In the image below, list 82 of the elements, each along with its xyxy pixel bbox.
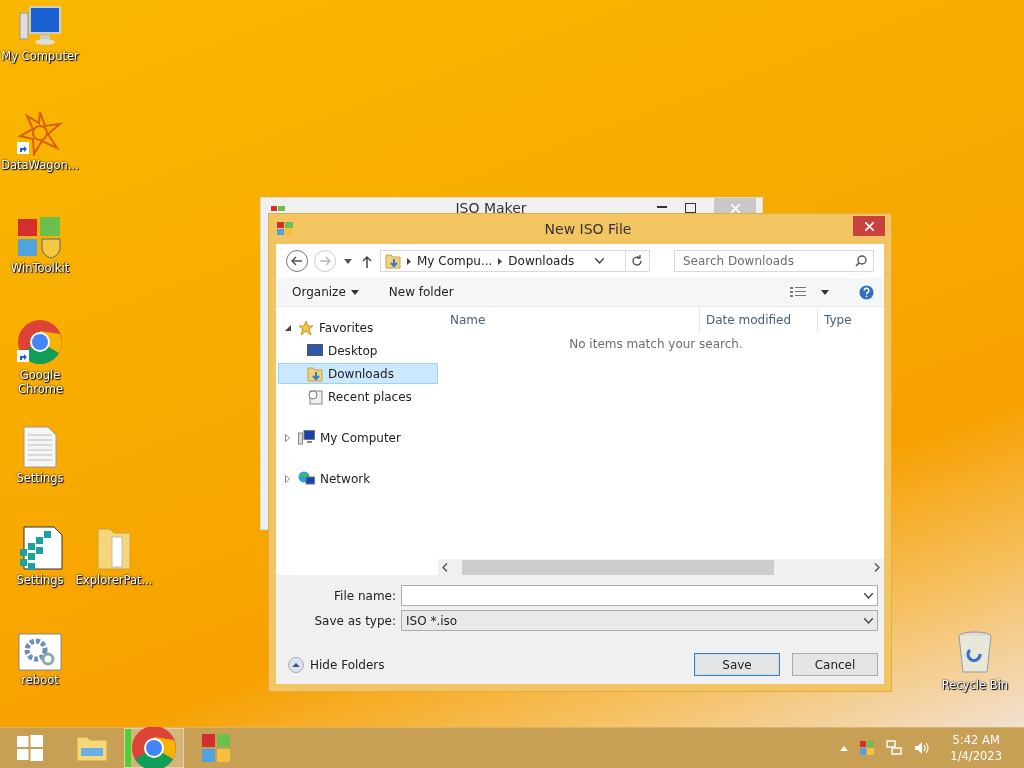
app-icon bbox=[277, 222, 293, 236]
breadcrumb[interactable]: Downloads bbox=[508, 254, 575, 268]
organize-button[interactable]: Organize bbox=[292, 285, 359, 299]
folder-icon bbox=[76, 734, 108, 762]
collapsed-triangle-icon[interactable] bbox=[285, 474, 290, 483]
recent-locations-button[interactable] bbox=[342, 258, 354, 264]
nav-item[interactable]: Downloads bbox=[278, 363, 438, 384]
chevron-down-icon[interactable] bbox=[864, 592, 873, 599]
file-name-field[interactable] bbox=[401, 585, 878, 606]
windows-shield-icon bbox=[16, 215, 64, 259]
chrome-icon bbox=[130, 724, 178, 768]
field-label: File name: bbox=[333, 588, 396, 603]
forward-arrow-icon bbox=[319, 256, 331, 266]
search-icon bbox=[855, 255, 867, 267]
dialog-button[interactable]: Save bbox=[694, 653, 780, 676]
caret-icon bbox=[821, 289, 829, 295]
expanded-triangle-icon[interactable] bbox=[285, 324, 291, 331]
show-hidden-icons-icon[interactable] bbox=[840, 745, 849, 751]
windows-tiles-icon bbox=[200, 732, 232, 764]
recent-places-icon bbox=[307, 388, 323, 405]
search-field[interactable]: Search Downloads bbox=[674, 250, 874, 272]
monitor-icon bbox=[307, 344, 323, 357]
network-icon bbox=[298, 471, 315, 486]
minimize-icon[interactable] bbox=[657, 206, 667, 210]
view-options-button[interactable] bbox=[790, 286, 829, 298]
chevron-down-icon[interactable] bbox=[595, 258, 605, 264]
scrollbar-thumb[interactable] bbox=[462, 559, 774, 575]
column-header[interactable]: Type bbox=[818, 307, 878, 333]
nav-item[interactable]: Network bbox=[278, 468, 438, 489]
nav-item[interactable]: Favorites bbox=[278, 317, 438, 338]
hide-folders-button[interactable]: Hide Folders bbox=[288, 656, 385, 673]
chevron-down-icon bbox=[864, 617, 873, 624]
caret-icon bbox=[344, 258, 352, 264]
window-title: ISO Maker bbox=[454, 200, 528, 216]
details-view-icon bbox=[790, 286, 806, 298]
recycle-bin-icon bbox=[956, 630, 994, 676]
gears-icon bbox=[18, 633, 62, 671]
up-arrow-icon bbox=[362, 254, 372, 268]
address-bar[interactable]: My Compu... Downloads bbox=[380, 250, 650, 272]
nav-item[interactable]: Desktop bbox=[278, 340, 438, 361]
download-folder-icon bbox=[307, 365, 323, 382]
breadcrumb[interactable]: My Compu... bbox=[417, 254, 493, 268]
close-button[interactable] bbox=[853, 216, 885, 236]
dialog-title: New ISO File bbox=[543, 221, 633, 237]
star-icon bbox=[298, 319, 314, 336]
scroll-left-icon[interactable] bbox=[442, 562, 448, 572]
field-label: Save as type: bbox=[313, 613, 396, 628]
close-icon bbox=[864, 221, 874, 231]
windows-tiles-icon[interactable] bbox=[860, 741, 875, 755]
download-folder-icon bbox=[385, 253, 401, 269]
back-button[interactable] bbox=[286, 250, 308, 272]
collapsed-triangle-icon[interactable] bbox=[285, 433, 290, 442]
folder-icon bbox=[94, 525, 134, 571]
star-burst-icon bbox=[17, 110, 63, 156]
breadcrumb-separator-icon[interactable] bbox=[407, 257, 411, 265]
volume-icon[interactable] bbox=[914, 741, 931, 755]
nav-item[interactable]: My Computer bbox=[278, 427, 438, 448]
up-button[interactable] bbox=[360, 254, 374, 268]
app-icon bbox=[271, 205, 285, 211]
refresh-icon bbox=[631, 255, 644, 267]
breadcrumb-separator-icon[interactable] bbox=[498, 257, 503, 265]
help-icon[interactable] bbox=[859, 284, 874, 300]
file-type-dropdown[interactable]: ISO *.iso bbox=[401, 610, 878, 631]
nav-item[interactable]: Recent places bbox=[278, 386, 438, 407]
scroll-right-icon[interactable] bbox=[874, 562, 880, 572]
caret-icon bbox=[350, 289, 359, 295]
windows-logo-icon bbox=[17, 735, 43, 761]
back-arrow-icon bbox=[291, 256, 303, 266]
horizontal-scrollbar[interactable] bbox=[438, 559, 884, 575]
close-icon bbox=[730, 203, 740, 213]
document-icon bbox=[22, 425, 58, 469]
empty-message: No items match your search. bbox=[569, 337, 743, 351]
dialog-button[interactable]: Cancel bbox=[792, 653, 878, 676]
column-header[interactable]: Name bbox=[438, 307, 700, 333]
computer-icon bbox=[298, 430, 315, 445]
new-folder-button[interactable]: New folder bbox=[388, 285, 454, 299]
computer-icon bbox=[18, 5, 62, 47]
taskbar-button[interactable] bbox=[124, 728, 184, 768]
maximize-icon[interactable] bbox=[685, 203, 696, 213]
chrome-icon bbox=[16, 318, 64, 366]
collapse-up-icon bbox=[288, 656, 304, 673]
column-header[interactable]: Date modified bbox=[700, 307, 818, 333]
